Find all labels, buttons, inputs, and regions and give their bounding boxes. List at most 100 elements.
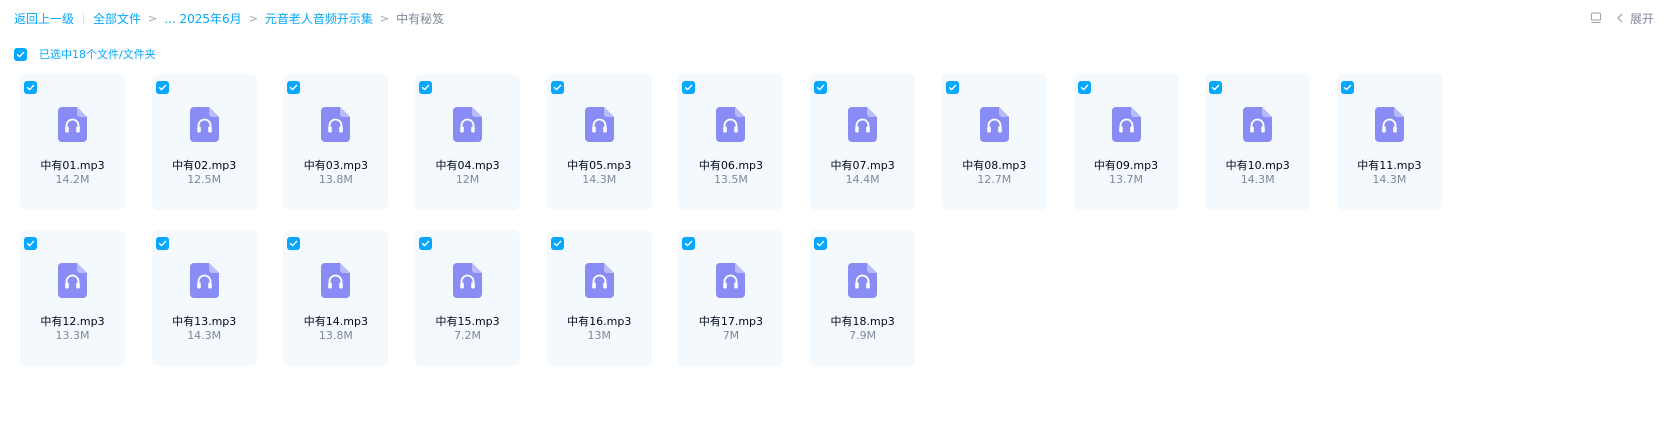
file-size: 7.2M: [454, 329, 482, 342]
breadcrumb-current-folder: 中有秘笈: [396, 11, 445, 26]
file-size: 13.7M: [1109, 173, 1143, 186]
file-checkbox[interactable]: [1340, 81, 1354, 94]
file-size: 13M: [587, 329, 612, 342]
audio-file-icon: [848, 107, 878, 142]
file-name: 中有15.mp3: [435, 315, 500, 328]
file-checkbox[interactable]: [419, 81, 433, 94]
audio-file-icon: [189, 107, 219, 142]
file-name: 中有05.mp3: [567, 159, 632, 172]
file-checkbox[interactable]: [24, 237, 37, 250]
file-name: 中有02.mp3: [172, 159, 237, 172]
file-size: 12M: [455, 173, 480, 186]
file-card[interactable]: 中有16.mp3 13M: [546, 230, 652, 366]
file-checkbox[interactable]: [1209, 81, 1223, 94]
audio-file-icon: [716, 107, 746, 142]
selection-count-label: 已选中18个文件/文件夹: [39, 48, 156, 61]
select-all-row: 已选中18个文件/文件夹: [14, 46, 156, 62]
file-checkbox[interactable]: [419, 237, 433, 250]
audio-file-icon: [58, 263, 87, 298]
file-name: 中有16.mp3: [567, 315, 632, 328]
file-checkbox[interactable]: [814, 81, 828, 94]
breadcrumb-separator-icon: >: [379, 11, 390, 25]
breadcrumb-divider: [83, 12, 85, 24]
file-size: 14.3M: [187, 329, 222, 342]
file-checkbox[interactable]: [155, 81, 169, 94]
file-card[interactable]: 中有03.mp3 13.8M: [283, 74, 389, 210]
audio-file-icon: [321, 107, 351, 142]
file-checkbox[interactable]: [287, 237, 301, 250]
check-icon: [158, 84, 166, 91]
check-icon: [26, 84, 35, 91]
file-name: 中有10.mp3: [1225, 159, 1290, 172]
check-icon: [685, 240, 693, 247]
file-name: 中有09.mp3: [1093, 159, 1159, 172]
file-card[interactable]: 中有10.mp3 14.3M: [1205, 74, 1311, 210]
file-checkbox[interactable]: [682, 237, 696, 250]
back-link[interactable]: 返回上一级: [14, 10, 74, 27]
file-checkbox[interactable]: [550, 237, 564, 250]
audio-file-icon: [848, 263, 878, 298]
file-size: 12.7M: [977, 173, 1012, 186]
file-checkbox[interactable]: [1077, 81, 1091, 94]
file-card[interactable]: 中有07.mp3 14.4M: [810, 74, 916, 210]
check-icon: [290, 84, 298, 91]
file-checkbox[interactable]: [814, 237, 828, 250]
top-bar: 返回上一级 全部文件 > ... 2025年6月 > 元音老人音频开示集 > 中…: [0, 0, 1668, 36]
file-card[interactable]: 中有04.mp3 12M: [415, 74, 521, 210]
file-name: 中有11.mp3: [1357, 159, 1422, 172]
file-card[interactable]: 中有11.mp3 14.3M: [1336, 74, 1442, 210]
file-size: 13.8M: [318, 173, 353, 186]
file-size: 13.8M: [318, 329, 353, 342]
file-card[interactable]: 中有08.mp3 12.7M: [941, 74, 1047, 210]
breadcrumb-parent-folder[interactable]: 元音老人音频开示集: [265, 10, 373, 27]
file-size: 7.9M: [849, 329, 877, 342]
file-name: 中有17.mp3: [698, 315, 764, 328]
audio-file-icon: [453, 263, 483, 298]
file-name: 中有04.mp3: [435, 159, 500, 172]
audio-file-icon: [716, 263, 746, 298]
file-card[interactable]: 中有13.mp3 14.3M: [151, 230, 257, 366]
check-icon: [948, 84, 957, 91]
file-name: 中有01.mp3: [40, 159, 105, 172]
file-checkbox[interactable]: [945, 81, 959, 94]
file-card[interactable]: 中有18.mp3 7.9M: [810, 230, 916, 366]
file-card[interactable]: 中有17.mp3 7M: [678, 230, 784, 366]
file-checkbox[interactable]: [550, 81, 564, 94]
file-card[interactable]: 中有01.mp3 14.2M: [20, 74, 125, 210]
breadcrumb-all-files[interactable]: 全部文件: [93, 10, 141, 27]
file-card[interactable]: 中有15.mp3 7.2M: [415, 230, 521, 366]
file-size: 13.5M: [713, 173, 748, 186]
file-size: 14.3M: [582, 173, 617, 186]
file-card[interactable]: 中有02.mp3 12.5M: [151, 74, 257, 210]
file-name: 中有13.mp3: [172, 315, 237, 328]
file-card[interactable]: 中有12.mp3 13.3M: [20, 230, 125, 366]
file-row: 中有01.mp3 14.2M 中有02.mp3 12.5M 中有03.mp3 1…: [20, 74, 1660, 210]
file-checkbox[interactable]: [155, 237, 169, 250]
file-checkbox[interactable]: [287, 81, 301, 94]
breadcrumb-separator-icon: >: [248, 11, 258, 25]
breadcrumb-ellipsis-folder[interactable]: ... 2025年6月: [164, 10, 241, 27]
breadcrumb: 返回上一级 全部文件 > ... 2025年6月 > 元音老人音频开示集 > 中…: [14, 10, 444, 26]
chevron-left-icon[interactable]: [1616, 13, 1624, 23]
breadcrumb-separator-icon: >: [148, 11, 158, 25]
file-card[interactable]: 中有06.mp3 13.5M: [678, 74, 784, 210]
check-icon: [1080, 84, 1088, 91]
file-name: 中有07.mp3: [830, 159, 895, 172]
file-card[interactable]: 中有05.mp3 14.3M: [546, 74, 652, 210]
file-name: 中有06.mp3: [698, 159, 764, 172]
panel-icon[interactable]: [1590, 12, 1602, 24]
expand-button[interactable]: 展开: [1630, 10, 1654, 27]
file-size: 13.3M: [55, 329, 90, 342]
file-name: 中有12.mp3: [40, 315, 105, 328]
audio-file-icon: [584, 263, 614, 298]
check-icon: [816, 84, 825, 91]
check-icon: [553, 240, 562, 247]
check-icon: [421, 240, 430, 247]
file-size: 14.2M: [55, 173, 90, 186]
file-checkbox[interactable]: [682, 81, 696, 94]
select-all-checkbox[interactable]: [14, 47, 27, 61]
check-icon: [553, 84, 562, 91]
file-card[interactable]: 中有09.mp3 13.7M: [1073, 74, 1179, 210]
file-card[interactable]: 中有14.mp3 13.8M: [283, 230, 389, 366]
file-checkbox[interactable]: [24, 81, 37, 94]
